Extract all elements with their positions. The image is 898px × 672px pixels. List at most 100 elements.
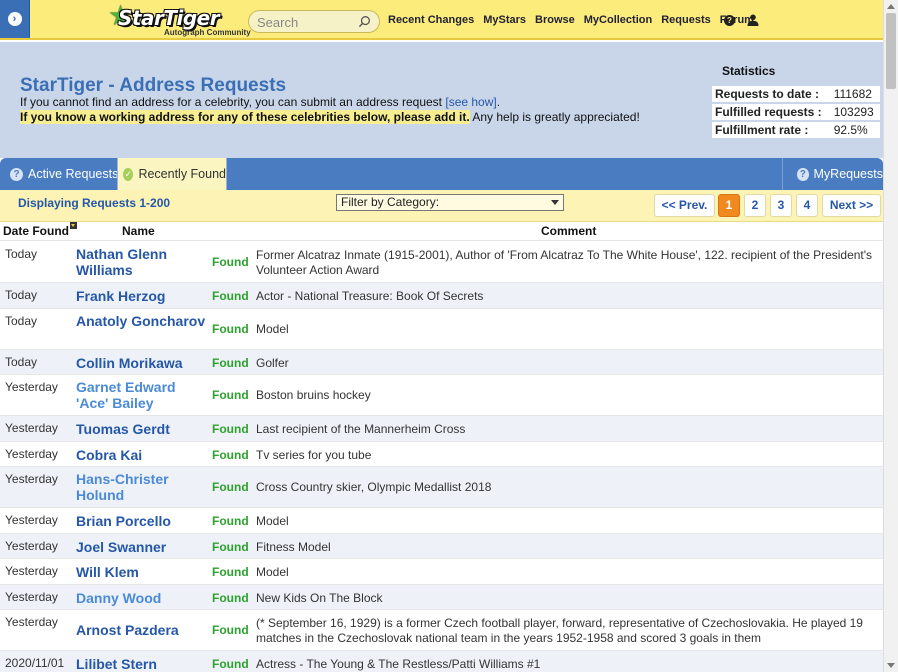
row-name-link[interactable]: Cobra Kai xyxy=(76,447,206,463)
table-row: Yesterday Arnost Pazdera Found (* Septem… xyxy=(0,610,883,651)
intro-highlight-text: If you know a working address for any of… xyxy=(20,110,640,124)
row-date: 2020/11/01 xyxy=(5,656,65,670)
search-box xyxy=(248,10,380,33)
row-name-link[interactable]: Tuomas Gerdt xyxy=(76,421,206,437)
menu-toggle-button[interactable]: › xyxy=(0,0,30,38)
table-row: Today Collin Morikawa Found Golfer xyxy=(0,349,883,375)
requests-table-body: Today Nathan Glenn Williams Found Former… xyxy=(0,242,883,672)
user-icon[interactable] xyxy=(747,14,759,26)
row-date: Yesterday xyxy=(5,615,58,629)
tab-myrequests[interactable]: ? MyRequests xyxy=(782,158,883,190)
row-status: Found xyxy=(212,289,249,303)
row-name-link[interactable]: Frank Herzog xyxy=(76,288,206,304)
stat-row: Fulfillment rate : 92.5% xyxy=(712,122,880,138)
column-name[interactable]: Name xyxy=(122,224,155,238)
main-nav: Recent Changes MyStars Browse MyCollecti… xyxy=(388,14,763,26)
page-title: StarTiger - Address Requests xyxy=(20,75,287,96)
row-name-link[interactable]: Danny Wood xyxy=(76,590,206,606)
startiger-logo[interactable]: ★ StarTiger Autograph Community xyxy=(108,2,251,38)
table-row: Yesterday Joel Swanner Found Fitness Mod… xyxy=(0,533,883,559)
nav-mystars[interactable]: MyStars xyxy=(483,14,526,26)
help-icon[interactable]: ? xyxy=(724,15,735,26)
column-date-label: Date Found xyxy=(3,224,69,238)
column-date-found[interactable]: Date Found xyxy=(3,222,77,238)
row-name-link[interactable]: Joel Swanner xyxy=(76,539,206,555)
table-header: Date Found Name Comment xyxy=(0,222,883,241)
row-status: Found xyxy=(212,422,249,436)
row-comment: Golfer xyxy=(256,355,289,370)
scroll-up-arrow-icon[interactable] xyxy=(887,4,895,9)
search-icon[interactable] xyxy=(358,15,371,28)
header-panel: StarTiger - Address Requests If you cann… xyxy=(0,42,883,158)
row-name-link[interactable]: Garnet Edward 'Ace' Bailey xyxy=(76,379,206,411)
vertical-scrollbar[interactable] xyxy=(883,0,898,672)
scroll-down-arrow-icon[interactable] xyxy=(887,663,895,668)
row-date: Yesterday xyxy=(5,564,58,578)
table-row: Yesterday Cobra Kai Found Tv series for … xyxy=(0,442,883,467)
tab-bar: ? Active Requests ✓ Recently Found ? MyR… xyxy=(0,158,883,190)
row-status: Found xyxy=(212,539,249,554)
row-name-link[interactable]: Arnost Pazdera xyxy=(76,622,206,638)
row-comment: Model xyxy=(256,321,289,336)
sort-desc-icon[interactable] xyxy=(70,222,77,229)
row-status: Found xyxy=(212,388,249,402)
row-status: Found xyxy=(212,590,249,605)
page-1-button[interactable]: 1 xyxy=(718,194,740,217)
row-name-link[interactable]: Nathan Glenn Williams xyxy=(76,246,206,278)
row-status: Found xyxy=(212,657,249,671)
row-name-link[interactable]: Will Klem xyxy=(76,564,206,580)
table-row: Today Frank Herzog Found Actor - Nationa… xyxy=(0,283,883,309)
row-comment: Actress - The Young & The Restless/Patti… xyxy=(256,657,541,671)
row-name-link[interactable]: Hans-Christer Holund xyxy=(76,471,206,503)
table-row: 2020/11/01 Lilibet Stern Found Actress -… xyxy=(0,651,883,672)
table-row: Yesterday Tuomas Gerdt Found Last recipi… xyxy=(0,416,883,442)
row-name-link[interactable]: Collin Morikawa xyxy=(76,355,206,371)
tab-label: MyRequests xyxy=(813,167,883,181)
row-comment: Actor - National Treasure: Book Of Secre… xyxy=(256,289,484,303)
chevron-right-icon: › xyxy=(7,12,22,26)
row-status: Found xyxy=(212,255,249,269)
row-date: Yesterday xyxy=(5,589,58,604)
tab-active-requests[interactable]: ? Active Requests xyxy=(10,158,118,190)
stat-label: Fulfillment rate : xyxy=(712,122,828,138)
table-row: Today Nathan Glenn Williams Found Former… xyxy=(0,242,883,283)
row-date: Yesterday xyxy=(5,446,58,461)
row-comment: Former Alcatraz Inmate (1915-2001), Auth… xyxy=(256,248,873,277)
tab-recently-found[interactable]: ✓ Recently Found xyxy=(117,158,227,190)
question-circle-icon: ? xyxy=(797,167,809,181)
table-row: Yesterday Hans-Christer Holund Found Cro… xyxy=(0,467,883,508)
filter-selected-value: Filter by Category: xyxy=(341,195,440,209)
row-status: Found xyxy=(212,447,249,462)
row-comment: (* September 16, 1929) is a former Czech… xyxy=(256,616,863,645)
nav-requests[interactable]: Requests xyxy=(661,14,711,26)
row-name-link[interactable]: Brian Porcello xyxy=(76,513,206,529)
row-date: Today xyxy=(5,313,38,328)
intro-text: If you cannot find an address for a cele… xyxy=(20,95,500,109)
row-comment: Last recipient of the Mannerheim Cross xyxy=(256,422,466,436)
page-2-button[interactable]: 2 xyxy=(744,194,766,217)
table-row: Yesterday Garnet Edward 'Ace' Bailey Fou… xyxy=(0,375,883,416)
table-row: Yesterday Danny Wood Found New Kids On T… xyxy=(0,584,883,610)
nav-browse[interactable]: Browse xyxy=(535,14,575,26)
row-date: Yesterday xyxy=(5,472,58,486)
next-page-button[interactable]: Next >> xyxy=(822,194,881,217)
row-name-link[interactable]: Anatoly Goncharov xyxy=(76,313,206,329)
intro-line2-rest: Any help is greatly appreciated! xyxy=(469,110,640,124)
nav-recent-changes[interactable]: Recent Changes xyxy=(388,14,474,26)
see-how-link[interactable]: [see how] xyxy=(445,95,496,109)
category-filter-select[interactable]: Filter by Category: xyxy=(336,194,564,211)
prev-page-button[interactable]: << Prev. xyxy=(654,194,715,217)
row-name-link[interactable]: Lilibet Stern xyxy=(76,656,206,672)
page-3-button[interactable]: 3 xyxy=(770,194,792,217)
nav-mycollection[interactable]: MyCollection xyxy=(584,14,652,26)
scroll-thumb[interactable] xyxy=(886,13,896,89)
page-4-button[interactable]: 4 xyxy=(796,194,818,217)
search-input[interactable] xyxy=(257,14,357,30)
stat-label: Requests to date : xyxy=(712,86,828,102)
row-comment: Model xyxy=(256,514,289,528)
tab-label: Recently Found xyxy=(138,167,226,181)
row-comment: Model xyxy=(256,565,289,579)
list-controls: Displaying Requests 1-200 Filter by Cate… xyxy=(0,190,883,222)
row-date: Today xyxy=(5,288,38,302)
row-comment: New Kids On The Block xyxy=(256,590,383,605)
